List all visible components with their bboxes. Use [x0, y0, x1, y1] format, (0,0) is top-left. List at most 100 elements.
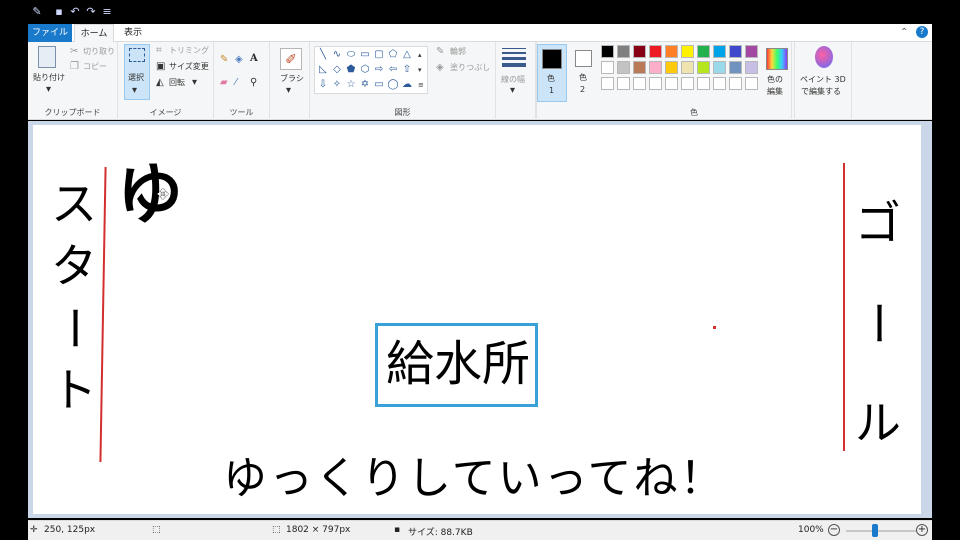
color-swatch[interactable] [745, 45, 758, 58]
color-swatch[interactable] [617, 77, 630, 90]
pencil-icon[interactable]: ✎ [220, 54, 228, 66]
shapes-scroll-down-icon[interactable]: ▾ [418, 64, 422, 76]
callout-shape-icon[interactable]: ▭ [373, 79, 385, 91]
right-arrow-shape-icon[interactable]: ⇨ [373, 64, 385, 76]
help-icon[interactable]: ? [916, 26, 928, 38]
select-dropdown-icon[interactable]: ▾ [132, 85, 137, 97]
color-swatch[interactable] [633, 45, 646, 58]
color-swatch[interactable] [649, 45, 662, 58]
paste-dropdown-icon[interactable]: ▾ [46, 84, 51, 96]
color-swatch[interactable] [697, 45, 710, 58]
paste-icon[interactable] [38, 46, 56, 68]
rotate-button[interactable]: 回転 [169, 77, 185, 89]
rotate-dropdown-icon[interactable]: ▾ [192, 77, 197, 89]
color-swatch[interactable] [745, 61, 758, 74]
cursor-position-icon: ✛ [30, 525, 38, 535]
five-point-star-shape-icon[interactable]: ☆ [345, 79, 357, 91]
customize-toolbar-icon[interactable]: ≡ [100, 5, 114, 19]
cloud-callout-shape-icon[interactable]: ☁ [401, 79, 413, 91]
hexagon-shape-icon[interactable]: ⬡ [359, 64, 371, 76]
text-tool-icon[interactable]: A [250, 53, 258, 65]
color-swatch[interactable] [617, 45, 630, 58]
line-width-icon[interactable] [502, 48, 526, 67]
paint3d-label-2[interactable]: で編集する [801, 86, 841, 98]
eraser-icon[interactable]: ▰ [220, 77, 228, 89]
color-swatch[interactable] [713, 45, 726, 58]
color-swatch[interactable] [697, 77, 710, 90]
copy-button[interactable]: コピー [83, 61, 107, 73]
right-triangle-shape-icon[interactable]: ◺ [317, 64, 329, 76]
drawing-canvas[interactable]: ス タ ー ト ゆ ✥ 給水所 ゴ ー ル ゆっくりしていってね！ [33, 125, 921, 514]
fill-bucket-icon[interactable]: ◈ [235, 54, 243, 66]
color-picker-icon[interactable]: ⁄ [235, 77, 237, 89]
zoom-slider-track[interactable] [846, 530, 916, 532]
pentagon-shape-icon[interactable]: ⬟ [345, 64, 357, 76]
paint3d-icon[interactable] [815, 46, 833, 68]
left-arrow-shape-icon[interactable]: ⇦ [387, 64, 399, 76]
zoom-in-icon[interactable]: + [916, 524, 928, 536]
color-swatch[interactable] [601, 61, 614, 74]
diamond-shape-icon[interactable]: ◇ [331, 64, 343, 76]
brush-button[interactable]: ブラシ [280, 73, 304, 85]
color-swatch[interactable] [649, 77, 662, 90]
edit-colors-icon [766, 48, 788, 70]
brush-icon[interactable]: ✐ [280, 48, 302, 70]
zoom-slider-thumb[interactable] [872, 524, 878, 537]
shapes-scroll-up-icon[interactable]: ▴ [418, 49, 422, 61]
resize-button[interactable]: サイズ変更 [169, 61, 209, 73]
color-swatch[interactable] [681, 61, 694, 74]
shapes-more-icon[interactable]: ≡ [418, 79, 424, 91]
paint3d-label-1[interactable]: ペイント 3D [800, 74, 846, 86]
color-swatch[interactable] [729, 61, 742, 74]
color-swatch[interactable] [713, 77, 726, 90]
redo-icon[interactable]: ↷ [84, 5, 98, 19]
color-swatch[interactable] [681, 77, 694, 90]
four-point-star-shape-icon[interactable]: ✧ [331, 79, 343, 91]
color-swatch[interactable] [617, 61, 630, 74]
paste-button[interactable]: 貼り付け [33, 72, 65, 84]
color-swatch[interactable] [665, 77, 678, 90]
color-swatch[interactable] [713, 61, 726, 74]
color-swatch[interactable] [729, 77, 742, 90]
undo-icon[interactable]: ↶ [68, 5, 82, 19]
color-swatch[interactable] [633, 61, 646, 74]
brush-dropdown-icon[interactable]: ▾ [286, 85, 291, 97]
color-swatch[interactable] [729, 45, 742, 58]
cut-button[interactable]: 切り取り [83, 46, 115, 58]
collapse-ribbon-icon[interactable]: ⌃ [900, 27, 908, 39]
tab-file[interactable]: ファイル [28, 24, 72, 42]
tab-home[interactable]: ホーム [74, 24, 114, 43]
fill-button[interactable]: 塗りつぶし [450, 62, 490, 74]
triangle-shape-icon[interactable]: △ [401, 49, 413, 61]
zoom-out-icon[interactable]: − [828, 524, 840, 536]
rectangle-shape-icon[interactable]: ▭ [359, 49, 371, 61]
oval-shape-icon[interactable]: ⬭ [345, 49, 357, 61]
outline-button[interactable]: 輪郭 [450, 46, 466, 58]
color-swatch[interactable] [649, 61, 662, 74]
color-swatch[interactable] [745, 77, 758, 90]
color-swatch[interactable] [633, 77, 646, 90]
color-swatch[interactable] [697, 61, 710, 74]
zoom-level: 100% [798, 525, 824, 535]
rounded-rectangle-shape-icon[interactable]: ▢ [373, 49, 385, 61]
six-point-star-shape-icon[interactable]: ✡ [359, 79, 371, 91]
goal-char: ー [851, 300, 905, 346]
down-arrow-shape-icon[interactable]: ⇩ [317, 79, 329, 91]
crop-button[interactable]: トリミング [169, 45, 209, 57]
color-swatch[interactable] [601, 77, 614, 90]
color-swatch[interactable] [681, 45, 694, 58]
edit-colors-button[interactable]: 色の 編集 [762, 42, 792, 120]
color-swatch[interactable] [601, 45, 614, 58]
magnifier-icon[interactable]: ⚲ [250, 77, 257, 89]
tab-view[interactable]: 表示 [114, 24, 152, 42]
polygon-shape-icon[interactable]: ⬠ [387, 49, 399, 61]
color-swatch[interactable] [665, 45, 678, 58]
curve-shape-icon[interactable]: ∿ [331, 49, 343, 61]
color-swatch[interactable] [665, 61, 678, 74]
save-icon[interactable]: ▪ [52, 5, 66, 19]
line-shape-icon[interactable]: ╲ [317, 49, 329, 61]
up-arrow-shape-icon[interactable]: ⇧ [401, 64, 413, 76]
oval-callout-shape-icon[interactable]: ◯ [387, 79, 399, 91]
paint-app-icon[interactable]: ✎ [30, 5, 44, 19]
line-width-dropdown-icon[interactable]: ▾ [510, 85, 515, 97]
